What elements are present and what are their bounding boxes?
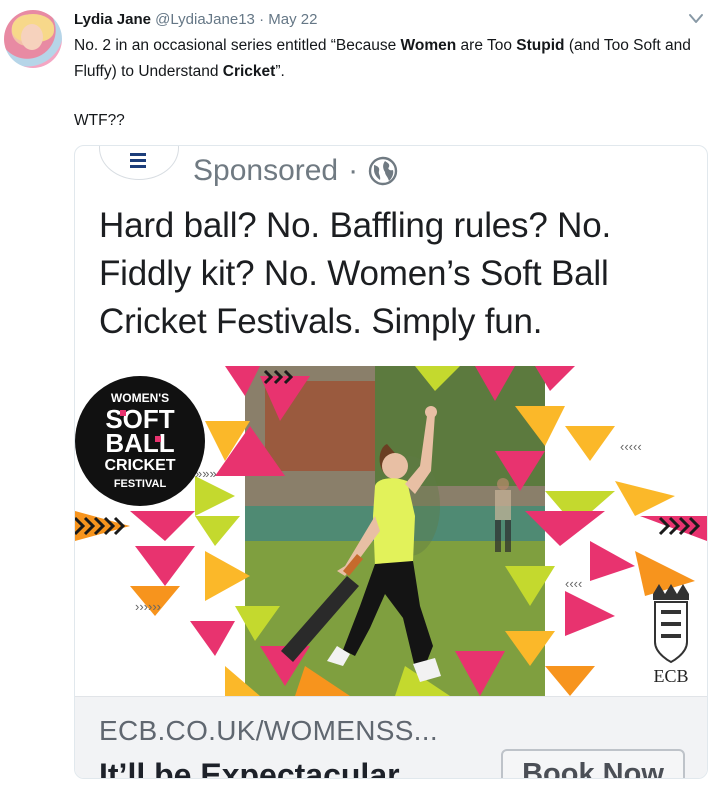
- link-preview-bar[interactable]: ECB.CO.UK/WOMENSS... It’ll be Expectacul…: [75, 696, 707, 778]
- tweet-text-bold: Stupid: [516, 37, 565, 54]
- badge-line3: BALL: [105, 428, 174, 458]
- ecb-logo: ECB: [653, 584, 689, 686]
- sponsored-label: Sponsored: [193, 154, 339, 187]
- tweet-text-segment: are Too: [456, 37, 517, 54]
- svg-text:‹‹‹‹‹: ‹‹‹‹‹: [620, 439, 642, 454]
- chevron-down-icon[interactable]: [688, 12, 704, 26]
- author-handle[interactable]: @LydiaJane13: [155, 11, 255, 28]
- tweet-text-line2: WTF??: [74, 112, 125, 129]
- author-name[interactable]: Lydia Jane: [74, 11, 151, 28]
- tweet-text-segment: No. 2 in an occasional series entitled “…: [74, 37, 401, 54]
- badge-line5: FESTIVAL: [114, 478, 167, 490]
- ecb-text: ECB: [653, 666, 688, 686]
- tweet-text-segment: ”.: [275, 63, 285, 80]
- link-title[interactable]: It’ll be Expectacular: [99, 757, 400, 778]
- tweet-date[interactable]: May 22: [268, 11, 317, 28]
- sponsored-row: Sponsored ·: [193, 154, 398, 188]
- tweet-header: Lydia Jane @LydiaJane13 · May 22: [74, 10, 317, 30]
- separator-dot: ·: [348, 154, 359, 187]
- separator-dot: ·: [259, 11, 265, 28]
- ad-image[interactable]: ›››››› ‹‹‹‹‹ ‹‹‹‹ »»» WOMEN'S SOFT BALL …: [75, 366, 707, 696]
- tweet-text-bold: Cricket: [222, 63, 276, 80]
- ad-headline: Hard ball? No. Baffling rules? No. Fiddl…: [99, 206, 611, 341]
- svg-text:››››››: ››››››: [135, 599, 161, 614]
- svg-text:‹‹‹‹: ‹‹‹‹: [565, 576, 582, 591]
- tweet-text-bold: Women: [400, 37, 457, 54]
- link-domain[interactable]: ECB.CO.UK/WOMENSS...: [99, 715, 438, 747]
- ecb-page-avatar[interactable]: [99, 146, 179, 180]
- badge-line1: WOMEN'S: [111, 391, 169, 405]
- book-now-button[interactable]: Book Now: [501, 749, 685, 778]
- globe-icon: [368, 156, 398, 186]
- sponsored-ad-card[interactable]: Sponsored · Hard ball? No. Baffling rule…: [74, 145, 708, 779]
- badge-line4: CRICKET: [104, 457, 175, 474]
- avatar[interactable]: [4, 10, 62, 68]
- tweet-text: No. 2 in an occasional series entitled “…: [74, 33, 704, 85]
